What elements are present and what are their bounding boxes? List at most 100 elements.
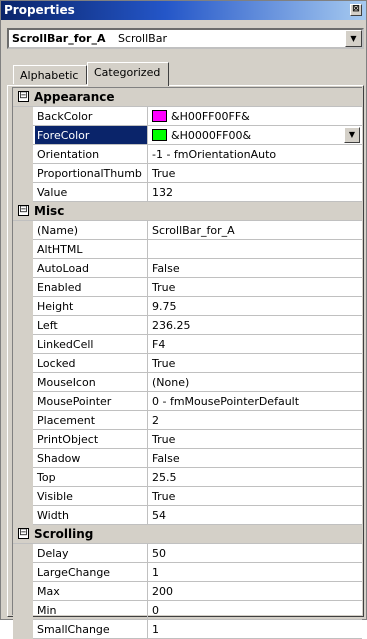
property-name[interactable]: LinkedCell: [35, 335, 148, 353]
property-row[interactable]: LargeChange 1: [13, 563, 362, 582]
property-name[interactable]: SmallChange: [35, 620, 148, 638]
property-row[interactable]: ProportionalThumb True: [13, 164, 362, 183]
property-row[interactable]: ForeColor &H0000FF00& ▼: [13, 126, 362, 145]
color-swatch: [152, 110, 167, 122]
property-name[interactable]: ForeColor: [35, 126, 148, 144]
chevron-down-icon[interactable]: ▼: [345, 30, 362, 47]
category-row-scrolling[interactable]: ⊟ Scrolling: [13, 525, 362, 544]
property-name[interactable]: Locked: [35, 354, 148, 372]
property-name[interactable]: PrintObject: [35, 430, 148, 448]
property-name[interactable]: ProportionalThumb: [35, 164, 148, 182]
property-row[interactable]: Width 54: [13, 506, 362, 525]
property-value[interactable]: True: [149, 278, 362, 296]
property-name[interactable]: MousePointer: [35, 392, 148, 410]
property-row[interactable]: SmallChange 1: [13, 620, 362, 639]
property-value[interactable]: 25.5: [149, 468, 362, 486]
property-row[interactable]: Height 9.75: [13, 297, 362, 316]
property-value[interactable]: True: [149, 487, 362, 505]
property-name[interactable]: Min: [35, 601, 148, 619]
property-row[interactable]: AutoLoad False: [13, 259, 362, 278]
object-selector[interactable]: ScrollBar_for_A ScrollBar ▼: [7, 28, 364, 49]
property-value[interactable]: 50: [149, 544, 362, 562]
chevron-down-icon[interactable]: ▼: [344, 127, 360, 143]
property-value[interactable]: 132: [149, 183, 362, 201]
property-name[interactable]: BackColor: [35, 107, 148, 125]
tab-alphabetic[interactable]: Alphabetic: [13, 65, 87, 84]
property-row[interactable]: MousePointer 0 - fmMousePointerDefault: [13, 392, 362, 411]
property-value[interactable]: F4: [149, 335, 362, 353]
property-value[interactable]: True: [149, 354, 362, 372]
property-row[interactable]: Value 132: [13, 183, 362, 202]
property-row[interactable]: Top 25.5: [13, 468, 362, 487]
property-row[interactable]: PrintObject True: [13, 430, 362, 449]
property-row[interactable]: Left 236.25: [13, 316, 362, 335]
property-value[interactable]: 1: [149, 563, 362, 581]
property-row[interactable]: (Name) ScrollBar_for_A: [13, 221, 362, 240]
title-bar[interactable]: Properties ⊠: [1, 1, 366, 20]
close-icon[interactable]: ⊠: [350, 4, 362, 16]
property-row[interactable]: BackColor &H00FF00FF&: [13, 107, 362, 126]
property-value[interactable]: &H0000FF00& ▼: [149, 126, 362, 144]
property-grid: ⊟ Appearance BackColor &H00FF00FF& ForeColor…: [12, 87, 362, 639]
property-name[interactable]: Width: [35, 506, 148, 524]
property-value[interactable]: &H00FF00FF&: [149, 107, 362, 125]
property-value-text: -1 - fmOrientationAuto: [152, 148, 277, 161]
property-row[interactable]: Delay 50: [13, 544, 362, 563]
property-value[interactable]: 0 - fmMousePointerDefault: [149, 392, 362, 410]
row-gutter: [13, 563, 33, 582]
category-row-appearance[interactable]: ⊟ Appearance: [13, 88, 362, 107]
property-name[interactable]: AutoLoad: [35, 259, 148, 277]
property-name[interactable]: Max: [35, 582, 148, 600]
property-value[interactable]: 200: [149, 582, 362, 600]
property-value[interactable]: 0: [149, 601, 362, 619]
property-value[interactable]: 9.75: [149, 297, 362, 315]
property-row[interactable]: Max 200: [13, 582, 362, 601]
property-value[interactable]: (None): [149, 373, 362, 391]
property-name[interactable]: (Name): [35, 221, 148, 239]
property-row[interactable]: Locked True: [13, 354, 362, 373]
tab-categorized[interactable]: Categorized: [87, 62, 169, 86]
property-name[interactable]: MouseIcon: [35, 373, 148, 391]
property-row[interactable]: Enabled True: [13, 278, 362, 297]
property-name[interactable]: Enabled: [35, 278, 148, 296]
category-row-misc[interactable]: ⊟ Misc: [13, 202, 362, 221]
collapse-icon[interactable]: ⊟: [18, 528, 29, 539]
property-name[interactable]: AltHTML: [35, 240, 148, 258]
property-value[interactable]: 2: [149, 411, 362, 429]
property-name[interactable]: Orientation: [35, 145, 148, 163]
property-row[interactable]: MouseIcon (None): [13, 373, 362, 392]
property-row[interactable]: AltHTML: [13, 240, 362, 259]
object-type: ScrollBar: [118, 32, 167, 45]
property-row[interactable]: Orientation -1 - fmOrientationAuto: [13, 145, 362, 164]
property-name[interactable]: Delay: [35, 544, 148, 562]
property-row[interactable]: Placement 2: [13, 411, 362, 430]
property-value[interactable]: False: [149, 259, 362, 277]
property-row[interactable]: LinkedCell F4: [13, 335, 362, 354]
property-value[interactable]: -1 - fmOrientationAuto: [149, 145, 362, 163]
property-value[interactable]: True: [149, 430, 362, 448]
property-value-text: 2: [152, 414, 159, 427]
property-value[interactable]: True: [149, 164, 362, 182]
property-name[interactable]: LargeChange: [35, 563, 148, 581]
property-value-text: True: [152, 281, 176, 294]
property-row[interactable]: Min 0: [13, 601, 362, 620]
property-value[interactable]: 236.25: [149, 316, 362, 334]
property-value-text: True: [152, 167, 176, 180]
property-value[interactable]: [149, 240, 362, 258]
property-row[interactable]: Shadow False: [13, 449, 362, 468]
property-value[interactable]: 54: [149, 506, 362, 524]
property-value[interactable]: 1: [149, 620, 362, 638]
collapse-icon[interactable]: ⊟: [18, 205, 29, 216]
property-row[interactable]: Visible True: [13, 487, 362, 506]
property-name[interactable]: Visible: [35, 487, 148, 505]
property-name[interactable]: Top: [35, 468, 148, 486]
property-name[interactable]: Value: [35, 183, 148, 201]
collapse-icon[interactable]: ⊟: [18, 91, 29, 102]
property-value-text: True: [152, 433, 176, 446]
property-name[interactable]: Height: [35, 297, 148, 315]
property-name[interactable]: Placement: [35, 411, 148, 429]
property-value[interactable]: False: [149, 449, 362, 467]
property-name[interactable]: Left: [35, 316, 148, 334]
property-value[interactable]: ScrollBar_for_A: [149, 221, 362, 239]
property-name[interactable]: Shadow: [35, 449, 148, 467]
